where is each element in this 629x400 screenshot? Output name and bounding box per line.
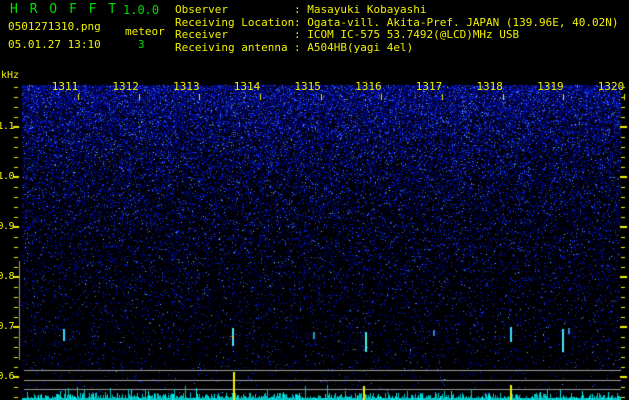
info-colon: : [294,15,308,29]
info-value: Masayuki Kobayashi [307,3,427,16]
output-filename: 0501271310.png [8,20,101,33]
freq-axis-unit: kHz [1,70,20,81]
observation-mode: meteor [125,25,165,38]
info-label: Receiving Location [175,15,295,29]
info-label: Observer [175,3,228,16]
time-label: 1317 [415,80,443,93]
time-label: 1318 [476,80,503,93]
freq-label: 0.8 [0,271,14,282]
info-row: Receiving Location: Ogata-vill. Akita-Pr… [175,16,619,29]
info-value: ICOM IC-575 53.7492(@LCD)MHz USB [307,28,520,42]
info-row: Receiving antenna: A504HB(yagi 4el) [175,41,413,54]
info-colon: : [294,3,308,16]
time-label: 1320 [597,80,625,93]
info-value: A504HB(yagi 4el) [307,40,414,54]
observation-datetime: 05.01.27 13:10 [8,38,101,51]
time-label: 1313 [173,80,200,93]
freq-label: 0.9 [0,221,14,232]
hrofft-output: H R O F F T 1.0.0 0501271310.png meteor … [0,0,629,400]
freq-label: 0.7 [0,321,14,332]
app-version: 1.0.0 [123,3,160,17]
freq-label: 1.1 [0,121,14,132]
time-label: 1315 [294,80,321,93]
time-label: 1312 [112,80,139,93]
info-label: Receiver [175,28,228,42]
time-label: 1319 [537,80,564,93]
app-title: H R O F F T [10,2,119,17]
time-label: 1316 [355,80,382,93]
spectrogram-canvas [0,0,629,400]
long-echo-count: 3 [138,38,145,51]
freq-label: 0.6 [0,371,14,382]
info-row: Receiver: ICOM IC-575 53.7492(@LCD)MHz U… [175,28,519,41]
info-value: Ogata-vill. Akita-Pref. JAPAN (139.96E, … [307,15,619,29]
freq-label: 1.0 [0,171,14,182]
time-label: 1314 [233,80,261,93]
info-colon: : [294,40,308,54]
info-label: Receiving antenna [175,40,288,54]
time-label: 1311 [51,80,79,93]
info-row: Observer: Masayuki Kobayashi [175,3,426,16]
info-colon: : [294,28,308,42]
